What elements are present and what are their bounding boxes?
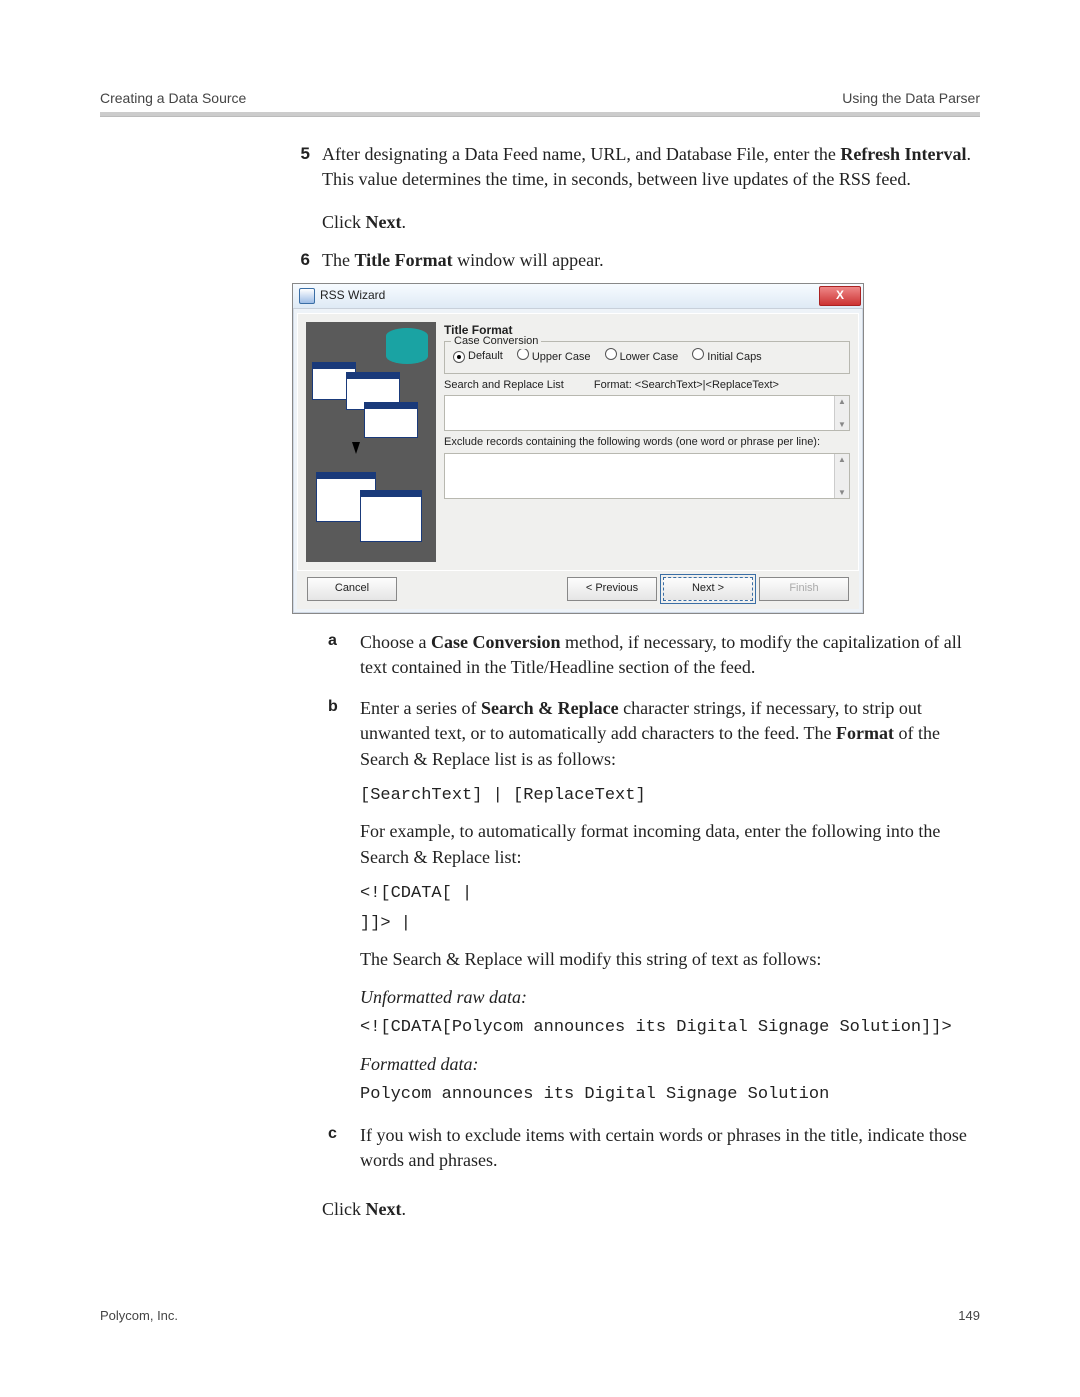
radio-label: Default [468, 350, 503, 362]
scroll-down-icon[interactable]: ▼ [838, 419, 846, 430]
scroll-down-icon[interactable]: ▼ [838, 487, 846, 498]
radio-icon [517, 348, 529, 360]
titlebar-left: RSS Wizard [299, 287, 385, 304]
substep-body: If you wish to exclude items with certai… [360, 1123, 980, 1179]
group-legend: Case Conversion [451, 334, 541, 349]
code-line: Polycom announces its Digital Signage So… [360, 1083, 980, 1107]
header-right: Using the Data Parser [842, 90, 980, 106]
code-line: <![CDATA[ | [360, 882, 980, 906]
substep-letter: c [322, 1123, 360, 1179]
window-icon [364, 402, 418, 438]
bold-term: Next [366, 1199, 402, 1219]
radio-default[interactable]: Default [453, 349, 503, 364]
text: Enter a series of [360, 698, 481, 718]
case-conversion-group: Case Conversion Default Upper Case Lower… [444, 341, 850, 374]
step-number: 5 [280, 142, 322, 242]
sr-labels: Search and Replace List Format: <SearchT… [444, 378, 850, 393]
substep-letter: b [322, 696, 360, 1112]
text: . [401, 212, 406, 232]
exclude-label: Exclude records containing the following… [444, 435, 850, 450]
previous-button[interactable]: < Previous [567, 577, 657, 601]
substep-a: a Choose a Case Conversion method, if ne… [322, 630, 980, 686]
step-body: The Title Format window will appear. RSS… [322, 248, 980, 1229]
substep-body: Choose a Case Conversion method, if nece… [360, 630, 980, 686]
exclude-input[interactable]: ▲▼ [444, 453, 850, 499]
text: window will appear. [453, 250, 604, 270]
page: Creating a Data Source Using the Data Pa… [0, 0, 1080, 1363]
bold-term: Case Conversion [431, 632, 561, 652]
titlebar: RSS Wizard X [293, 284, 863, 309]
wizard-illustration [306, 322, 436, 562]
radio-icon [453, 351, 465, 363]
text: For example, to automatically format inc… [360, 821, 940, 866]
substep-letter: a [322, 630, 360, 686]
text: Click [322, 212, 366, 232]
radio-initial[interactable]: Initial Caps [692, 348, 761, 365]
radio-label: Upper Case [532, 351, 591, 363]
header-left: Creating a Data Source [100, 90, 246, 106]
text: . [401, 1199, 406, 1219]
running-header: Creating a Data Source Using the Data Pa… [100, 90, 980, 106]
radio-lower[interactable]: Lower Case [605, 348, 679, 365]
code-line: [SearchText] | [ReplaceText] [360, 784, 980, 808]
scroll-up-icon[interactable]: ▲ [838, 454, 846, 465]
close-button[interactable]: X [819, 286, 861, 306]
next-button[interactable]: Next > [663, 577, 753, 601]
substep-b: b Enter a series of Search & Replace cha… [322, 696, 980, 1112]
content: 5 After designating a Data Feed name, UR… [280, 142, 980, 1228]
app-icon [299, 288, 315, 304]
radio-icon [692, 348, 704, 360]
italic-label: Formatted data: [360, 1052, 980, 1077]
cursor-icon [352, 442, 360, 454]
italic-label: Unformatted raw data: [360, 985, 980, 1010]
step-5: 5 After designating a Data Feed name, UR… [280, 142, 980, 242]
bold-term: Title Format [354, 250, 452, 270]
cancel-button[interactable]: Cancel [307, 577, 397, 601]
substep-c: c If you wish to exclude items with cert… [322, 1123, 980, 1179]
radio-label: Lower Case [620, 351, 679, 363]
header-rule [100, 112, 980, 116]
radio-upper[interactable]: Upper Case [517, 348, 591, 365]
radio-icon [605, 348, 617, 360]
text: Click [322, 1199, 366, 1219]
scroll-up-icon[interactable]: ▲ [838, 396, 846, 407]
code-line: <![CDATA[Polycom announces its Digital S… [360, 1016, 980, 1040]
step-body: After designating a Data Feed name, URL,… [322, 142, 980, 242]
sr-label: Search and Replace List [444, 378, 564, 393]
database-icon [386, 328, 428, 364]
finish-button[interactable]: Finish [759, 577, 849, 601]
footer-left: Polycom, Inc. [100, 1308, 178, 1323]
bold-term: Format [836, 723, 894, 743]
text: The [322, 250, 354, 270]
window-icon [360, 490, 422, 542]
scrollbar[interactable]: ▲▼ [834, 396, 849, 430]
text: If you wish to exclude items with certai… [360, 1125, 967, 1170]
search-replace-input[interactable]: ▲▼ [444, 395, 850, 431]
dialog-body: Title Format Case Conversion Default Upp… [297, 313, 859, 571]
bold-term: Refresh Interval [840, 144, 966, 164]
text: After designating a Data Feed name, URL,… [322, 144, 840, 164]
code-line: ]]> | [360, 912, 980, 936]
substep-body: Enter a series of Search & Replace chara… [360, 696, 980, 1112]
bold-term: Search & Replace [481, 698, 619, 718]
wizard-button-row: Cancel < Previous Next > Finish [297, 571, 859, 609]
radio-row: Default Upper Case Lower Case Initial Ca… [453, 348, 841, 365]
window-title: RSS Wizard [320, 287, 385, 304]
text: The Search & Replace will modify this st… [360, 949, 821, 969]
step-6: 6 The Title Format window will appear. R… [280, 248, 980, 1229]
dialog-window: RSS Wizard X [292, 283, 864, 614]
scrollbar[interactable]: ▲▼ [834, 454, 849, 498]
sr-format: Format: <SearchText>|<ReplaceText> [594, 378, 779, 393]
wizard-form: Title Format Case Conversion Default Upp… [444, 322, 850, 562]
running-footer: Polycom, Inc. 149 [100, 1308, 980, 1323]
text: Choose a [360, 632, 431, 652]
bold-term: Next [366, 212, 402, 232]
page-number: 149 [958, 1308, 980, 1323]
radio-label: Initial Caps [707, 351, 761, 363]
